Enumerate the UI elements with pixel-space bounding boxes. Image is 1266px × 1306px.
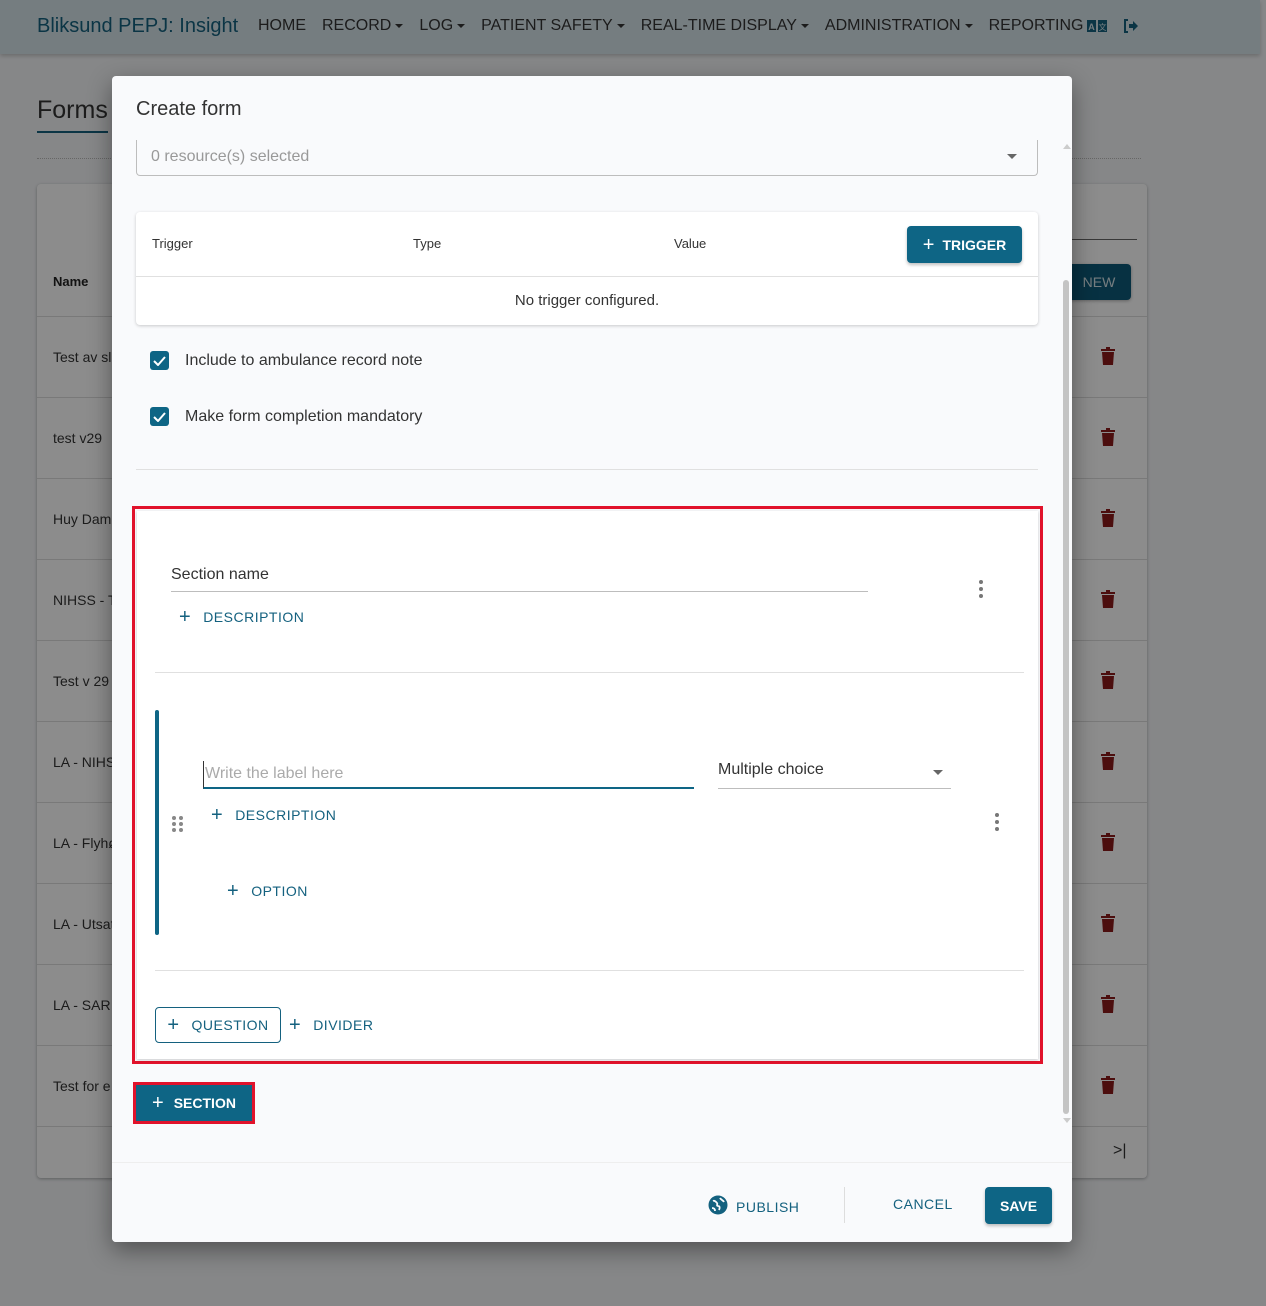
divider: [136, 469, 1038, 470]
add-option-button[interactable]: + OPTION: [227, 880, 308, 902]
add-section-description-button[interactable]: + DESCRIPTION: [179, 606, 305, 628]
question-type-value: Multiple choice: [718, 761, 824, 778]
publish-label: PUBLISH: [736, 1198, 800, 1215]
section-more-icon[interactable]: [978, 580, 984, 598]
plus-icon: +: [167, 1014, 180, 1036]
form-section: Section name + DESCRIPTION Multiple choi…: [137, 511, 1038, 1059]
plus-icon: +: [179, 606, 192, 628]
caret-down-icon: [1007, 154, 1017, 159]
add-divider-label: DIVIDER: [313, 1017, 374, 1033]
empty-trigger-message: No trigger configured.: [514, 292, 660, 309]
footer-divider: [844, 1187, 845, 1223]
add-description-label: DESCRIPTION: [235, 807, 337, 823]
add-trigger-label: TRIGGER: [942, 236, 1007, 253]
add-section-highlight: + SECTION: [133, 1082, 255, 1124]
plus-icon: +: [289, 1014, 302, 1036]
add-question-label: QUESTION: [191, 1017, 269, 1033]
add-question-description-button[interactable]: + DESCRIPTION: [211, 804, 337, 826]
divider: [155, 672, 1024, 673]
publish-button[interactable]: PUBLISH: [708, 1195, 799, 1218]
caret-down-icon: [933, 770, 943, 775]
question-more-icon[interactable]: [994, 813, 1000, 831]
scroll-up-arrow[interactable]: [1063, 144, 1071, 149]
divider: [155, 970, 1024, 971]
resource-select[interactable]: 0 resource(s) selected: [136, 140, 1038, 176]
divider: [136, 276, 1038, 277]
resource-select-value: 0 resource(s) selected: [151, 148, 310, 165]
scroll-down-arrow[interactable]: [1063, 1118, 1071, 1123]
dialog-title: Create form: [136, 98, 242, 120]
column-header-value: Value: [674, 236, 707, 251]
question-type-select[interactable]: Multiple choice: [718, 761, 951, 789]
dialog-footer: PUBLISH CANCEL SAVE: [112, 1162, 1072, 1242]
checkbox-label: Include to ambulance record note: [185, 351, 423, 369]
section-highlight: Section name + DESCRIPTION Multiple choi…: [132, 506, 1043, 1064]
checkbox-label: Make form completion mandatory: [185, 407, 423, 425]
trigger-table: Trigger Type Value + TRIGGER No trigger …: [136, 212, 1038, 325]
column-header-type: Type: [413, 236, 442, 251]
add-question-button[interactable]: + QUESTION: [155, 1007, 281, 1043]
section-name-input[interactable]: Section name: [171, 566, 868, 592]
cancel-button[interactable]: CANCEL: [893, 1196, 953, 1212]
save-button[interactable]: SAVE: [985, 1187, 1052, 1224]
question-label-input[interactable]: [203, 761, 694, 789]
plus-icon: +: [211, 804, 224, 826]
plus-icon: +: [152, 1092, 164, 1114]
plus-icon: +: [227, 880, 240, 902]
mandatory-completion-checkbox[interactable]: Make form completion mandatory: [150, 407, 422, 426]
checkbox-checked-icon[interactable]: [150, 407, 169, 426]
add-trigger-button[interactable]: + TRIGGER: [907, 226, 1022, 263]
drag-handle-icon[interactable]: [172, 816, 184, 832]
globe-icon: [708, 1195, 728, 1218]
add-section-button[interactable]: + SECTION: [136, 1085, 252, 1121]
plus-icon: +: [922, 233, 935, 256]
scrollbar-thumb[interactable]: [1063, 280, 1069, 1114]
add-description-label: DESCRIPTION: [203, 609, 305, 625]
create-form-dialog: Create form 0 resource(s) selected Trigg…: [112, 76, 1072, 1242]
checkbox-checked-icon[interactable]: [150, 351, 169, 370]
dialog-body: 0 resource(s) selected Trigger Type Valu…: [112, 140, 1072, 1162]
add-option-label: OPTION: [251, 883, 308, 899]
include-ambulance-note-checkbox[interactable]: Include to ambulance record note: [150, 351, 422, 370]
question-active-indicator: [155, 710, 159, 935]
add-section-label: SECTION: [173, 1095, 236, 1111]
column-header-trigger: Trigger: [152, 236, 193, 251]
add-divider-button[interactable]: + DIVIDER: [289, 1014, 374, 1036]
